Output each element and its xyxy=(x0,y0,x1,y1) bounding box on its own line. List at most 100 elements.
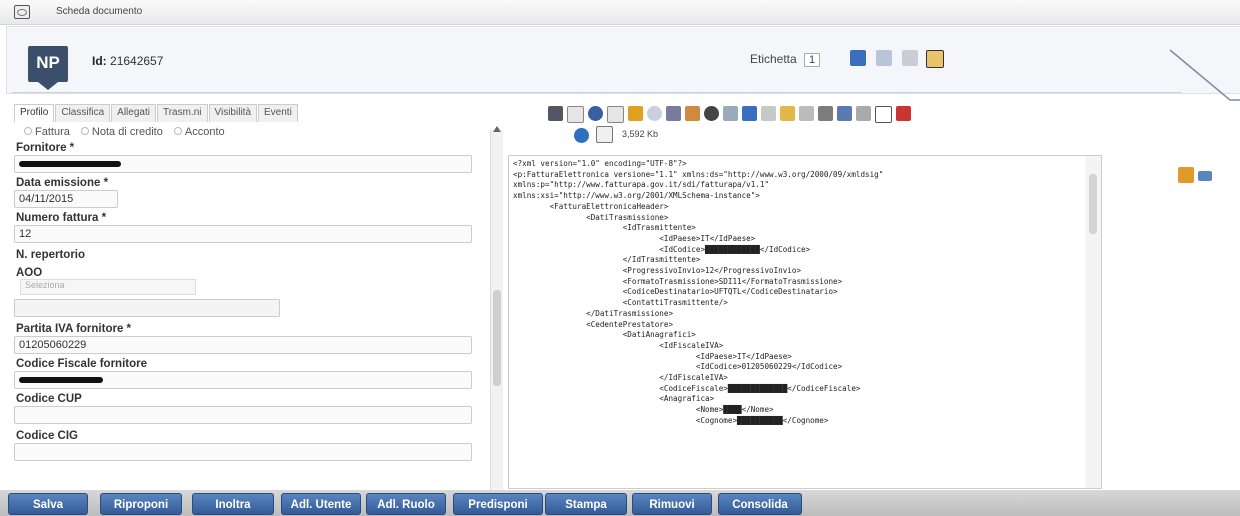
tab-bar: Profilo Classifica Allegati Trasm.ni Vis… xyxy=(14,104,299,122)
xml-line: <DatiTrasmissione> xyxy=(513,212,669,222)
rotate-left-icon[interactable] xyxy=(742,106,757,121)
text-icon[interactable] xyxy=(875,106,892,123)
signature-icon[interactable] xyxy=(856,106,871,121)
stampa-button[interactable]: Stampa xyxy=(545,493,627,515)
lock-icon[interactable] xyxy=(761,106,776,121)
xml-line: <?xml version="1.0" encoding="UTF-8"?> xyxy=(513,159,687,168)
xml-line: <p:FatturaElettronica versione="1.1" xml… xyxy=(513,169,884,179)
tab-visibilita[interactable]: Visibilità xyxy=(208,104,257,122)
unlock-icon[interactable] xyxy=(799,106,814,121)
etichetta-input[interactable]: 1 xyxy=(804,53,821,67)
xml-line: </IdTrasmittente> xyxy=(513,255,701,265)
xml-content: <?xml version="1.0" encoding="UTF-8"?> <p… xyxy=(513,159,883,427)
tab-eventi[interactable]: Eventi xyxy=(258,104,298,122)
form-scrollbar[interactable] xyxy=(490,130,503,490)
tab-allegati[interactable]: Allegati xyxy=(111,104,156,122)
check-icon[interactable] xyxy=(647,106,662,121)
rimuovi-button[interactable]: Rimuovi xyxy=(632,493,712,515)
data-emissione-field[interactable]: 04/11/2015 xyxy=(14,190,118,208)
radio-acconto[interactable]: Acconto xyxy=(174,126,225,138)
xml-viewer[interactable]: <?xml version="1.0" encoding="UTF-8"?> <p… xyxy=(508,155,1102,489)
list-icon[interactable] xyxy=(666,106,681,121)
viewer-toolbar xyxy=(548,106,911,126)
info-icon[interactable] xyxy=(574,128,589,143)
repertorio-label: N. repertorio xyxy=(16,249,86,261)
cup-field[interactable] xyxy=(14,406,472,424)
rotate-icon[interactable] xyxy=(723,106,738,121)
radio-nota-di-credito[interactable]: Nota di credito xyxy=(81,126,163,138)
codice-fiscale-field[interactable] xyxy=(14,371,472,389)
xml-line: <ProgressivoInvio>12</ProgressivoInvio> xyxy=(513,266,802,276)
xml-scrollbar-thumb[interactable] xyxy=(1089,174,1097,234)
window-icon xyxy=(14,5,30,19)
tab-trasmissioni[interactable]: Trasm.ni xyxy=(156,104,208,122)
scrollbar-thumb[interactable] xyxy=(493,290,501,386)
xml-line: <Cognome>██████████</Cognome> xyxy=(513,415,829,425)
radio-fattura[interactable]: Fattura xyxy=(24,126,70,138)
stamp-icon[interactable] xyxy=(926,50,944,68)
folder-icon[interactable] xyxy=(1178,167,1194,183)
xml-line: <DatiAnagrafici> xyxy=(513,330,696,340)
fit-icon[interactable] xyxy=(837,106,852,121)
save-icon[interactable] xyxy=(902,50,918,66)
xml-line: <ContattiTrasmittente/> xyxy=(513,298,728,308)
download-icon[interactable] xyxy=(548,106,563,121)
adl-ruolo-button[interactable]: Adl. Ruolo xyxy=(366,493,446,515)
numero-fattura-field[interactable]: 12 xyxy=(14,225,472,243)
id-label: Id: xyxy=(92,54,107,68)
consolida-button[interactable]: Consolida xyxy=(718,493,802,515)
document-type-options: Fattura Nota di credito Acconto xyxy=(24,126,492,138)
xml-line: <IdPaese>IT</IdPaese> xyxy=(513,351,792,361)
view-icon[interactable] xyxy=(1198,171,1212,181)
page-icon[interactable] xyxy=(567,106,584,123)
xml-line: <FormatoTrasmissione>SDI11</FormatoTrasm… xyxy=(513,276,843,286)
cup-label: Codice CUP xyxy=(16,393,82,405)
edit-icon[interactable] xyxy=(628,106,643,121)
aoo-detail-field xyxy=(14,299,280,317)
aoo-select[interactable]: Seleziona xyxy=(20,279,196,295)
clipboard-icon[interactable] xyxy=(596,126,613,143)
xml-line: <IdFiscaleIVA> xyxy=(513,340,724,350)
header-divider xyxy=(12,92,1182,93)
xml-line: <Anagrafica> xyxy=(513,394,715,404)
print-label-icon[interactable] xyxy=(850,50,866,66)
salva-button[interactable]: Salva xyxy=(8,493,88,515)
header-corner-decoration xyxy=(1170,49,1240,101)
pdf-icon[interactable] xyxy=(896,106,911,121)
partita-iva-field[interactable]: 01205060229 xyxy=(14,336,472,354)
aoo-label: AOO xyxy=(16,267,43,279)
fornitore-label: Fornitore * xyxy=(16,142,75,154)
cig-field[interactable] xyxy=(14,443,472,461)
zoom-page-icon[interactable] xyxy=(607,106,624,123)
xml-line: <CedentePrestatore> xyxy=(513,319,674,329)
clock-icon[interactable] xyxy=(704,106,719,121)
archive-icon[interactable] xyxy=(685,106,700,121)
tab-classifica[interactable]: Classifica xyxy=(55,104,111,122)
predisponi-button[interactable]: Predisponi xyxy=(453,493,543,515)
etichetta-label: Etichetta xyxy=(750,52,797,66)
adl-utente-button[interactable]: Adl. Utente xyxy=(281,493,361,515)
print-icon[interactable] xyxy=(818,106,833,121)
xml-line: </DatiTrasmissione> xyxy=(513,308,674,318)
riproponi-button[interactable]: Riproponi xyxy=(100,493,182,515)
np-badge: NP xyxy=(28,46,68,90)
etichetta: Etichetta 1 xyxy=(750,52,821,67)
xml-line: <IdCodice>████████████</IdCodice> xyxy=(513,244,811,254)
title-bar: Scheda documento xyxy=(0,0,1240,25)
scroll-up-arrow-icon[interactable] xyxy=(492,125,502,133)
padlock-icon[interactable] xyxy=(780,106,795,121)
xml-line: <CodiceFiscale>█████████████</CodiceFisc… xyxy=(513,383,861,393)
inoltra-button[interactable]: Inoltra xyxy=(192,493,274,515)
file-size: 3,592 Kb xyxy=(622,129,659,139)
xml-scrollbar[interactable] xyxy=(1085,156,1101,488)
xml-line: <FatturaElettronicaHeader> xyxy=(513,201,669,211)
profile-form: Fattura Nota di credito Acconto Fornitor… xyxy=(14,122,492,494)
tab-profilo[interactable]: Profilo xyxy=(14,104,55,122)
xml-line: <IdCodice>01205060229</IdCodice> xyxy=(513,362,843,372)
id-value: 21642657 xyxy=(110,54,164,68)
zoom-icon[interactable] xyxy=(588,106,603,121)
fornitore-field[interactable] xyxy=(14,155,472,173)
label-icon[interactable] xyxy=(876,50,892,66)
redacted-value xyxy=(19,377,103,384)
side-tools xyxy=(1170,165,1214,187)
